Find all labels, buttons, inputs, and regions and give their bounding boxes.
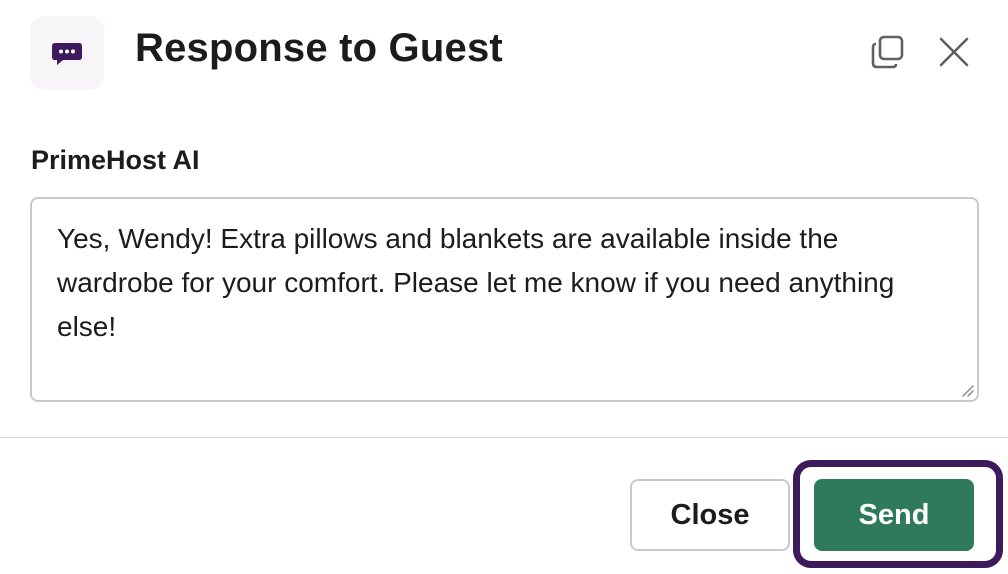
popout-button[interactable] xyxy=(866,30,910,74)
close-button[interactable]: Close xyxy=(630,479,790,551)
popout-icon xyxy=(871,35,904,69)
close-icon xyxy=(939,37,969,67)
footer-divider xyxy=(0,437,1008,438)
send-button[interactable]: Send xyxy=(814,479,974,551)
dialog-title: Response to Guest xyxy=(135,26,503,70)
resize-handle-icon[interactable] xyxy=(960,383,974,397)
response-dialog: Response to Guest PrimeHost AI Yes, Wend… xyxy=(0,0,1008,574)
close-dialog-button[interactable] xyxy=(932,30,976,74)
chat-bubble-icon xyxy=(52,43,82,65)
app-icon xyxy=(30,16,104,90)
dialog-header: Response to Guest xyxy=(0,0,1008,110)
field-label: PrimeHost AI xyxy=(31,145,200,175)
message-text[interactable]: Yes, Wendy! Extra pillows and blankets a… xyxy=(57,217,951,349)
message-textarea[interactable]: Yes, Wendy! Extra pillows and blankets a… xyxy=(30,197,979,402)
